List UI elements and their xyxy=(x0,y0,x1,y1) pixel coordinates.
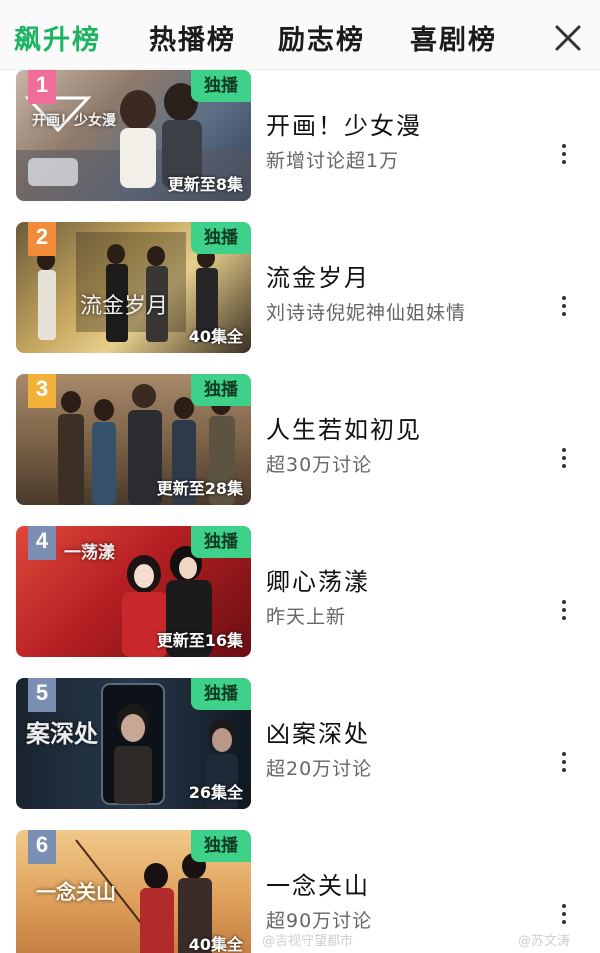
poster-thumbnail[interactable]: 一荡漾 4 独播 更新至16集 xyxy=(16,526,251,657)
ranking-list: 开画！少女漫 1 独播 更新至8集 开画！少女漫 新增讨论超1万 流金岁月 2 … xyxy=(0,70,600,953)
rank-badge: 1 xyxy=(28,70,56,104)
episode-status: 更新至28集 xyxy=(156,479,243,498)
more-options-button[interactable] xyxy=(552,596,576,624)
episode-status: 40集全 xyxy=(188,935,243,953)
show-subtitle: 超90万讨论 xyxy=(266,910,373,932)
more-icon xyxy=(562,600,566,604)
poster-title-text: 一念关山 xyxy=(36,880,116,904)
more-options-button[interactable] xyxy=(552,140,576,168)
exclusive-badge: 独播 xyxy=(191,526,251,558)
list-item[interactable]: 流金岁月 2 独播 40集全 流金岁月 刘诗诗倪妮神仙姐妹情 xyxy=(0,222,600,374)
show-subtitle: 超30万讨论 xyxy=(266,454,373,476)
watermark-text: @吉视守望都市 xyxy=(262,934,354,949)
show-subtitle: 刘诗诗倪妮神仙姐妹情 xyxy=(266,302,467,324)
poster-thumbnail[interactable]: 流金岁月 2 独播 40集全 xyxy=(16,222,251,353)
episode-status: 40集全 xyxy=(188,327,243,346)
poster-title-text: 流金岁月 xyxy=(80,294,169,319)
rank-badge: 5 xyxy=(28,678,56,712)
show-subtitle: 超20万讨论 xyxy=(266,758,373,780)
poster-thumbnail[interactable]: 开画！少女漫 1 独播 更新至8集 xyxy=(16,70,251,201)
more-icon xyxy=(562,904,566,908)
exclusive-badge: 独播 xyxy=(191,70,251,102)
show-subtitle: 新增讨论超1万 xyxy=(266,150,400,172)
more-options-button[interactable] xyxy=(552,444,576,472)
more-options-button[interactable] xyxy=(552,900,576,928)
show-title[interactable]: 流金岁月 xyxy=(266,258,370,293)
list-item[interactable]: 开画！少女漫 1 独播 更新至8集 开画！少女漫 新增讨论超1万 xyxy=(0,70,600,222)
show-title[interactable]: 人生若如初见 xyxy=(266,410,422,445)
poster-thumbnail[interactable]: 案深处 5 独播 26集全 xyxy=(16,678,251,809)
close-icon xyxy=(555,25,581,51)
poster-thumbnail[interactable]: 3 独播 更新至28集 xyxy=(16,374,251,505)
more-icon xyxy=(562,448,566,452)
rank-badge: 3 xyxy=(28,374,56,408)
list-item[interactable]: 3 独播 更新至28集 人生若如初见 超30万讨论 xyxy=(0,374,600,526)
more-icon xyxy=(562,296,566,300)
watermark-text: @苏文涛 xyxy=(518,934,571,949)
list-item[interactable]: 一荡漾 4 独播 更新至16集 卿心荡漾 昨天上新 xyxy=(0,526,600,678)
more-options-button[interactable] xyxy=(552,292,576,320)
poster-title-text: 一荡漾 xyxy=(64,543,115,563)
show-title[interactable]: 一念关山 xyxy=(266,866,370,901)
poster-title-text: 开画！少女漫 xyxy=(32,113,116,129)
rank-badge: 2 xyxy=(28,222,56,256)
show-subtitle: 昨天上新 xyxy=(266,606,347,628)
rank-badge: 4 xyxy=(28,526,56,560)
exclusive-badge: 独播 xyxy=(191,678,251,710)
top-bar: 飙升榜 热播榜 励志榜 喜剧榜 xyxy=(0,0,600,70)
show-title[interactable]: 凶案深处 xyxy=(266,714,370,749)
episode-status: 26集全 xyxy=(188,783,243,802)
show-title[interactable]: 卿心荡漾 xyxy=(266,562,370,597)
more-icon xyxy=(562,144,566,148)
exclusive-badge: 独播 xyxy=(191,830,251,862)
tab-inspiring[interactable]: 励志榜 xyxy=(278,18,365,57)
episode-status: 更新至8集 xyxy=(167,175,243,194)
poster-title-text: 案深处 xyxy=(26,719,98,748)
show-title[interactable]: 开画！少女漫 xyxy=(266,106,422,141)
more-options-button[interactable] xyxy=(552,748,576,776)
exclusive-badge: 独播 xyxy=(191,222,251,254)
episode-status: 更新至16集 xyxy=(156,631,243,650)
tab-hot[interactable]: 热播榜 xyxy=(149,18,236,57)
rank-badge: 6 xyxy=(28,830,56,864)
more-icon xyxy=(562,752,566,756)
exclusive-badge: 独播 xyxy=(191,374,251,406)
tab-rising[interactable]: 飙升榜 xyxy=(14,18,101,57)
list-item[interactable]: 案深处 5 独播 26集全 凶案深处 超20万讨论 xyxy=(0,678,600,830)
close-button[interactable] xyxy=(548,18,588,58)
tab-comedy[interactable]: 喜剧榜 xyxy=(410,18,497,57)
poster-thumbnail[interactable]: 一念关山 6 独播 40集全 xyxy=(16,830,251,953)
